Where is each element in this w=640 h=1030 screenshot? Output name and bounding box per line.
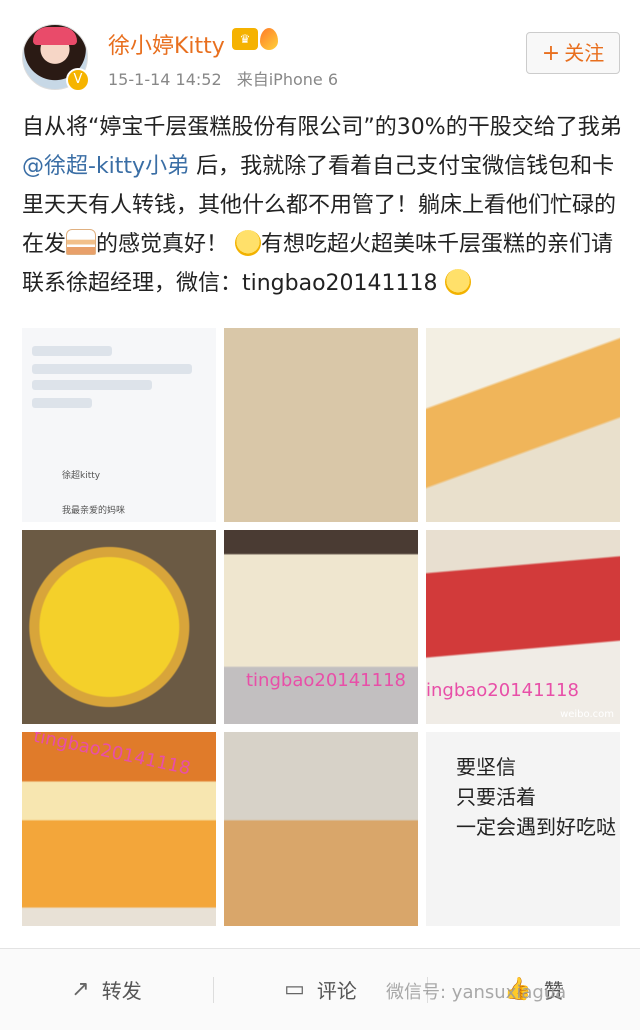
note-text: 要坚信 只要活着 一定会遇到好吃哒 <box>456 752 616 842</box>
post-meta: 15-1-14 14:52 来自iPhone 6 <box>108 66 348 90</box>
vip-crown-icon: ♛ <box>232 28 258 50</box>
comment-label: 评论 <box>316 979 357 1003</box>
verified-icon: V <box>66 68 90 92</box>
note-line: 要坚信 <box>456 755 516 779</box>
chat-message: 我最亲爱的妈咪 <box>62 506 126 516</box>
cake-emoji-icon <box>66 229 97 255</box>
repost-label: 转发 <box>101 979 142 1003</box>
image-thumb-durian-cake[interactable] <box>22 530 216 724</box>
note-line: 只要活着 <box>456 785 536 809</box>
image-thumb-strawberry-cake[interactable]: ingbao20141118 weibo.com <box>426 530 620 724</box>
follow-label: 关注 <box>564 41 605 65</box>
follow-button[interactable]: + 关注 <box>526 32 620 74</box>
image-thumb-cartoon-note[interactable]: 要坚信 只要活着 一定会遇到好吃哒 <box>426 732 620 926</box>
username[interactable]: 徐小婷Kitty <box>108 28 225 60</box>
comment-icon: ▭ <box>284 977 305 1002</box>
image-thumb-chat[interactable]: 徐超kitty 我最亲爱的妈咪 <box>22 328 216 522</box>
image-watermark: ingbao20141118 <box>426 680 579 701</box>
image-thumb-boxes[interactable] <box>224 328 418 522</box>
chat-username: 徐超kitty <box>62 471 101 481</box>
image-thumb-mango-cake[interactable]: tingbao20141118 <box>22 732 216 926</box>
chat-bubble <box>32 364 192 374</box>
post-text-part3: 的感觉真好！ <box>96 232 229 257</box>
image-watermark: tingbao20141118 <box>31 732 193 780</box>
image-thumb-crepe-cake[interactable]: tingbao20141118 <box>224 530 418 724</box>
chat-bubble <box>32 346 112 356</box>
post-body: 自从将“婷宝千层蛋糕股份有限公司”的30%的干股交给了我弟 @徐超-kitty小弟… <box>22 108 622 303</box>
post-timestamp: 15-1-14 14:52 <box>108 70 222 89</box>
user-mention-link[interactable]: @徐超-kitty小弟 <box>22 154 189 179</box>
repost-button[interactable]: ↗ 转发 <box>0 949 213 1030</box>
image-thumb-packing[interactable] <box>224 732 418 926</box>
avatar-cap <box>33 27 77 45</box>
image-grid: 徐超kitty 我最亲爱的妈咪 tingbao20141118 ingbao20… <box>22 328 620 926</box>
image-watermark: tingbao20141118 <box>246 670 406 691</box>
note-line: 一定会遇到好吃哒 <box>456 815 616 839</box>
balloon-icon <box>260 28 278 50</box>
post-source: 来自iPhone 6 <box>236 70 339 89</box>
thinking-emoji-icon <box>444 269 471 295</box>
repost-icon: ↗ <box>71 977 90 1002</box>
chat-bubble <box>32 398 92 408</box>
post-text-part1: 自从将“婷宝千层蛋糕股份有限公司”的30%的干股交给了我弟 <box>22 115 622 140</box>
weibo-mark: weibo.com <box>560 709 614 720</box>
chat-bubble <box>32 380 152 390</box>
user-badges: ♛ <box>232 28 278 50</box>
post-header: V 徐小婷Kitty ♛ 15-1-14 14:52 来自iPhone 6 + 关… <box>0 0 640 100</box>
image-thumb-cake-slice[interactable] <box>426 328 620 522</box>
smile-emoji-icon <box>235 230 262 256</box>
wechat-watermark: 微信号: yansuxiagua <box>386 982 567 1003</box>
plus-icon: + <box>541 41 561 66</box>
